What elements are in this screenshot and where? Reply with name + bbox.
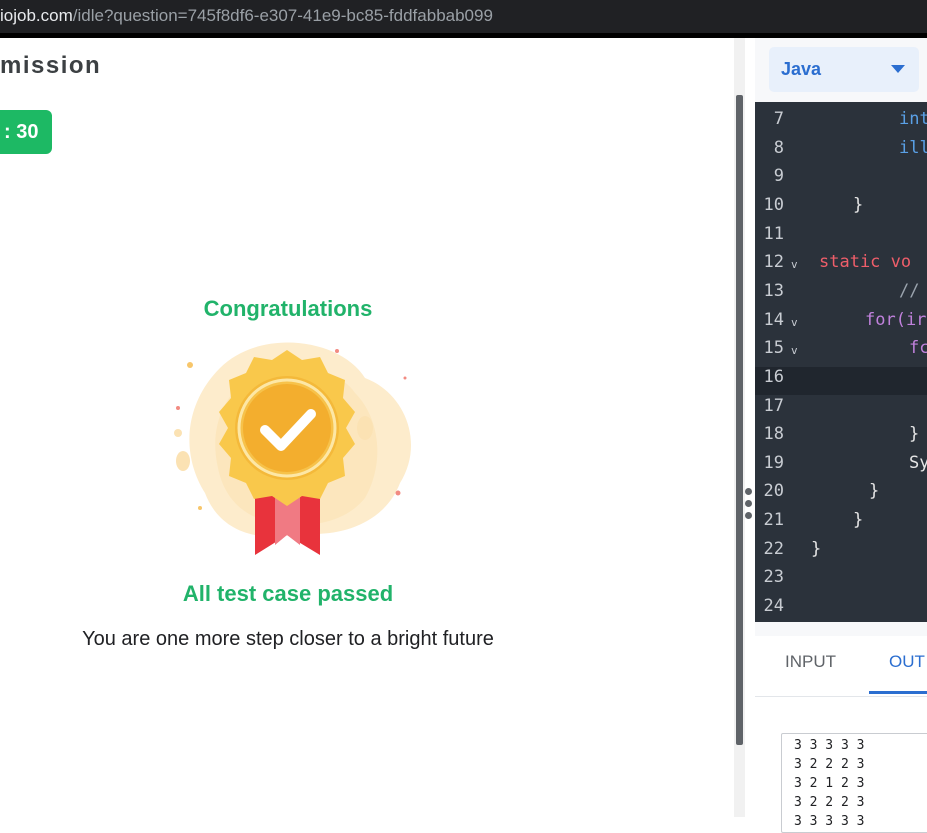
- line-number: 12: [763, 252, 784, 273]
- page-title: mission: [0, 52, 102, 79]
- address-bar[interactable]: iojob.com/idle?question=745f8df6-e307-41…: [0, 0, 927, 33]
- active-tab-indicator: [869, 691, 927, 694]
- code-line[interactable]: 17: [755, 396, 927, 424]
- code-line[interactable]: 9: [755, 166, 927, 194]
- output-line: 3 2 2 2 3: [794, 795, 865, 810]
- drag-handle-dot[interactable]: [745, 500, 752, 507]
- code-text: }: [853, 510, 864, 531]
- line-number: 11: [763, 223, 784, 244]
- output-area: 3 3 3 3 3 3 2 2 2 3 3 2 1 2 3 3 2 2 2 3 3 3 …: [755, 697, 927, 833]
- url-text[interactable]: iojob.com/idle?question=745f8df6-e307-41…: [0, 6, 493, 26]
- encouragement-text: You are one more step closer to a bright…: [82, 628, 494, 650]
- line-number: 13: [763, 280, 784, 301]
- fold-chevron-icon[interactable]: v: [791, 344, 798, 357]
- congratulations-heading: Congratulations: [203, 296, 373, 321]
- code-line[interactable]: 22}: [755, 539, 927, 567]
- code-editor[interactable]: 7 int 8 ill 9 10} 11 12 v static vo 13//14 v for(ir 1…: [755, 102, 927, 622]
- code-text: static vo: [819, 252, 912, 273]
- code-text: }: [811, 538, 822, 559]
- result-panel: mission : 30 Congratulations All test ca…: [0, 38, 737, 817]
- code-line[interactable]: 7 int: [755, 109, 927, 137]
- code-line[interactable]: 23: [755, 567, 927, 595]
- code-text: fc: [909, 338, 927, 359]
- line-number: 18: [763, 424, 784, 445]
- code-line[interactable]: 19 Sy: [755, 453, 927, 481]
- code-line[interactable]: 21}: [755, 510, 927, 538]
- code-text: }: [909, 424, 920, 445]
- io-tabs: INPUT OUT: [755, 636, 927, 697]
- line-number: 20: [763, 481, 784, 502]
- url-host: iojob.com: [0, 6, 73, 25]
- line-number: 10: [763, 194, 784, 215]
- line-number: 16: [763, 366, 784, 387]
- output-box[interactable]: 3 3 3 3 3 3 2 2 2 3 3 2 1 2 3 3 2 2 2 3 3 3 …: [781, 733, 927, 833]
- output-line: 3 2 2 2 3: [794, 757, 865, 772]
- code-line[interactable]: 18}: [755, 424, 927, 452]
- language-select[interactable]: Java: [769, 47, 919, 92]
- code-line[interactable]: 8 ill: [755, 138, 927, 166]
- code-line[interactable]: 16: [755, 366, 927, 395]
- code-text: for(ir: [865, 309, 927, 330]
- url-path: /idle?question=745f8df6-e307-41e9-bc85-f…: [72, 6, 493, 25]
- left-scrollbar-thumb[interactable]: [736, 95, 743, 745]
- all-passed-message: All test case passed: [182, 581, 394, 606]
- code-line[interactable]: 14 v for(ir: [755, 310, 927, 338]
- fold-chevron-icon[interactable]: v: [791, 258, 798, 271]
- line-number: 15: [763, 338, 784, 359]
- drag-handle-dot[interactable]: [745, 488, 752, 495]
- code-line[interactable]: 11: [755, 224, 927, 252]
- line-number: 7: [773, 109, 784, 129]
- code-line[interactable]: 20}: [755, 481, 927, 509]
- code-text: ill: [899, 137, 927, 158]
- line-number: 21: [763, 510, 784, 531]
- code-line[interactable]: 10}: [755, 195, 927, 223]
- line-number: 22: [763, 538, 784, 559]
- line-number: 8: [773, 137, 784, 158]
- line-number: 17: [763, 395, 784, 416]
- tab-input[interactable]: INPUT: [785, 652, 836, 672]
- output-line: 3 3 3 3 3: [794, 814, 865, 829]
- code-line[interactable]: 24: [755, 596, 927, 622]
- line-number: 19: [763, 452, 784, 473]
- line-number: 23: [763, 567, 784, 588]
- line-number: 14: [763, 309, 784, 330]
- fold-chevron-icon[interactable]: v: [791, 316, 798, 329]
- language-label: Java: [781, 59, 822, 79]
- tab-output[interactable]: OUT: [889, 652, 925, 672]
- code-panel: Java 7 int 8 ill 9 10} 11 12 v static vo 13//14 v fo…: [755, 38, 927, 833]
- medal-icon: [174, 342, 412, 555]
- output-line: 3 2 1 2 3: [794, 776, 865, 791]
- code-text: }: [853, 194, 864, 215]
- line-number: 9: [773, 166, 784, 187]
- score-badge: : 30: [0, 110, 52, 154]
- chevron-down-icon: [891, 65, 905, 73]
- code-text: //: [899, 280, 920, 301]
- code-line[interactable]: 12 v static vo: [755, 252, 927, 280]
- output-line: 3 3 3 3 3: [794, 738, 865, 753]
- panel-splitter[interactable]: [745, 38, 755, 817]
- code-line[interactable]: 13 //: [755, 281, 927, 309]
- line-number: 24: [763, 596, 784, 617]
- code-line[interactable]: 15 v fc: [755, 338, 927, 366]
- code-text: }: [869, 481, 880, 502]
- code-text: Sy: [909, 452, 927, 473]
- code-text: int: [899, 109, 927, 129]
- drag-handle-dot[interactable]: [745, 512, 752, 519]
